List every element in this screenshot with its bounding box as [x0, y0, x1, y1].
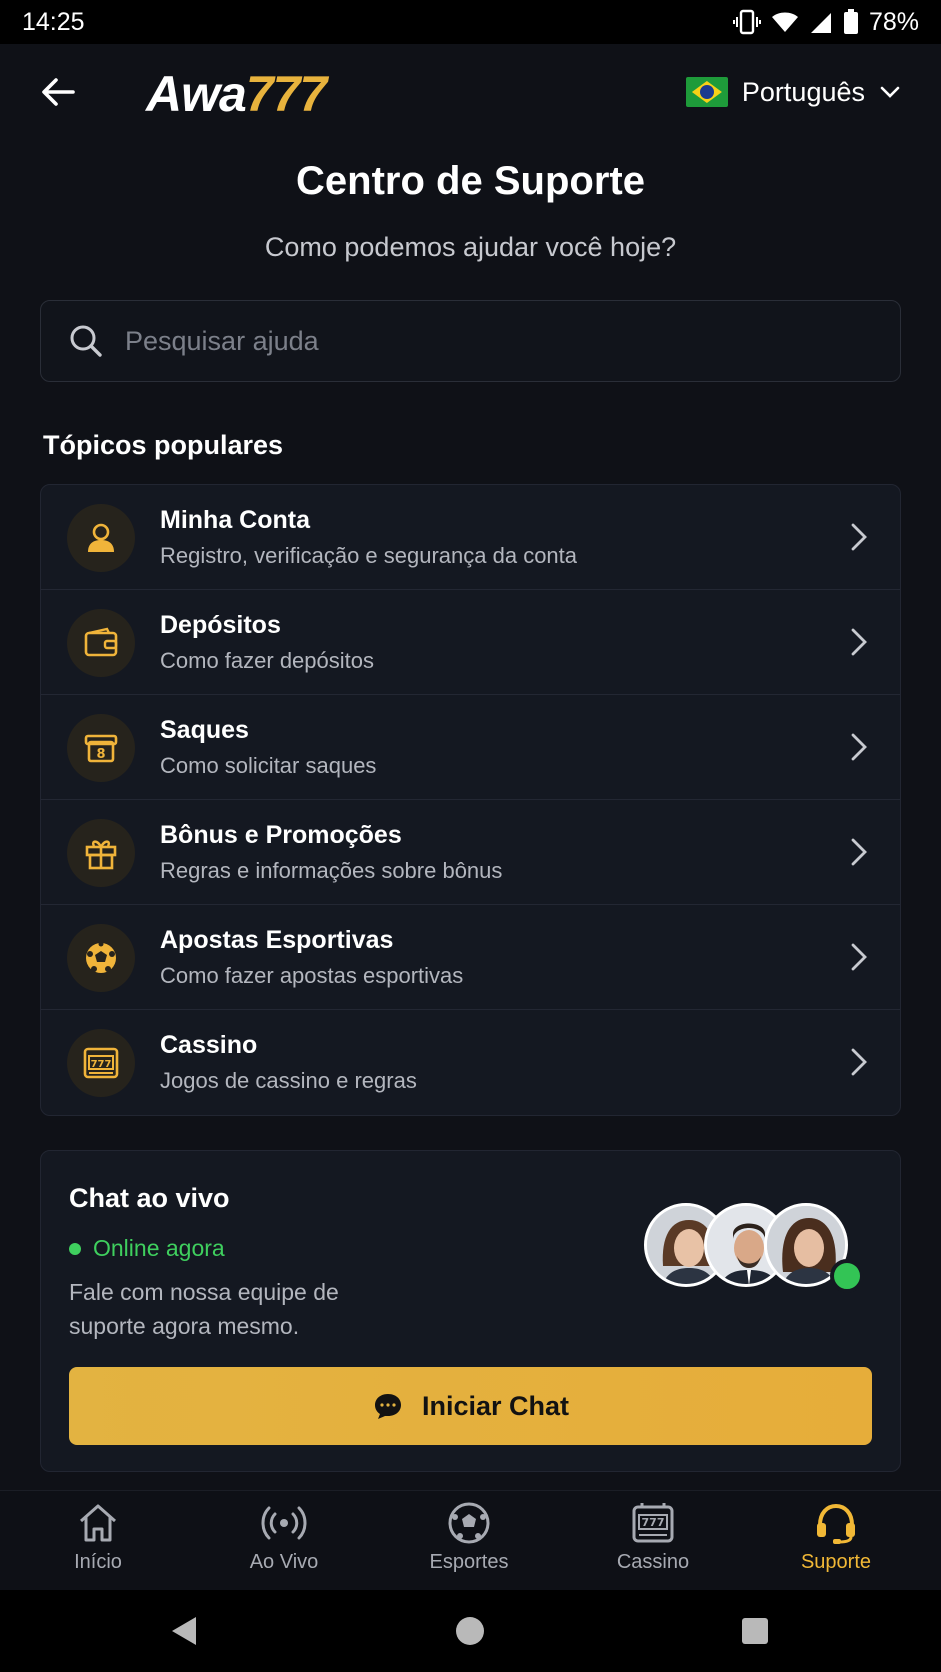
system-navigation-bar [0, 1590, 941, 1672]
topic-description: Registro, verificação e segurança da con… [160, 543, 578, 568]
topic-title: Bônus e Promoções [160, 821, 402, 849]
vibrate-icon [732, 9, 761, 35]
topic-item-cassino[interactable]: 777 Cassino Jogos de cassino e regras [41, 1010, 900, 1115]
agent-online-indicator [830, 1259, 864, 1293]
language-selector[interactable]: Português [685, 74, 901, 110]
topic-title: Cassino [160, 1031, 258, 1059]
topic-item-bonus[interactable]: Bônus e Promoções Regras e informações s… [41, 800, 900, 905]
slot-machine-icon: 777 [632, 1503, 674, 1543]
nav-back-icon[interactable] [170, 1615, 198, 1647]
wifi-icon [771, 10, 799, 34]
user-icon [67, 504, 135, 572]
wallet-icon [67, 609, 135, 677]
battery-percent: 78% [868, 7, 919, 36]
arrow-left-icon [42, 78, 75, 106]
topic-item-minha-conta[interactable]: Minha Conta Registro, verificação e segu… [41, 485, 900, 590]
start-chat-button[interactable]: Iniciar Chat [69, 1367, 872, 1445]
home-icon [80, 1504, 116, 1542]
search-input[interactable] [125, 325, 825, 357]
bottom-tab-bar: Início Ao Vivo Esportes 777 Cassino Supo… [0, 1490, 941, 1590]
tab-label: Início [74, 1551, 122, 1573]
tab-esportes[interactable]: Esportes [389, 1491, 549, 1591]
chevron-down-icon [880, 86, 900, 98]
status-icons: 78% [732, 7, 919, 37]
topic-item-apostas-esportivas[interactable]: Apostas Esportivas Como fazer apostas es… [41, 905, 900, 1010]
page-subtitle: Como podemos ajudar você hoje? [264, 232, 677, 262]
topic-description: Como solicitar saques [160, 753, 377, 778]
tab-label: Ao Vivo [249, 1551, 319, 1573]
topics-list: Minha Conta Registro, verificação e segu… [40, 484, 901, 1116]
live-chat-description: Fale com nossa equipe de suporte agora m… [69, 1279, 339, 1339]
brazil-flag-icon [685, 77, 728, 107]
page-title: Centro de Suporte [296, 159, 645, 203]
tab-ao-vivo[interactable]: Ao Vivo [204, 1491, 364, 1591]
tab-label: Cassino [616, 1551, 690, 1573]
topic-description: Regras e informações sobre bônus [160, 858, 503, 883]
svg-text:777: 777 [642, 1516, 665, 1529]
popular-topics-heading: Tópicos populares [43, 430, 284, 460]
chevron-right-icon [851, 628, 867, 656]
svg-text:8: 8 [96, 747, 105, 762]
language-label: Português [741, 76, 865, 107]
brand-logo[interactable]: Awa777 [146, 66, 327, 122]
topic-title: Depósitos [160, 611, 281, 639]
headset-icon [817, 1503, 855, 1544]
online-status: Online agora [69, 1235, 225, 1262]
search-box[interactable] [40, 300, 901, 382]
nav-home-icon[interactable] [456, 1617, 484, 1645]
cash-icon: 8 [67, 714, 135, 782]
gift-icon [67, 819, 135, 887]
back-button[interactable] [36, 70, 80, 114]
header: Awa777 Português [0, 44, 941, 152]
start-chat-label: Iniciar Chat [421, 1390, 570, 1421]
agent-avatars [644, 1203, 864, 1293]
chevron-right-icon [851, 1048, 867, 1076]
live-broadcast-icon [261, 1506, 307, 1540]
tab-cassino[interactable]: 777 Cassino [573, 1491, 733, 1591]
svg-text:777: 777 [91, 1059, 112, 1070]
chat-bubble-icon [374, 1394, 401, 1419]
battery-icon [843, 9, 859, 35]
search-icon [70, 325, 102, 357]
online-dot-icon [69, 1242, 81, 1255]
slot-machine-icon: 777 [67, 1029, 135, 1097]
topic-description: Como fazer depósitos [160, 648, 374, 673]
cellular-signal-icon [809, 10, 833, 34]
topic-title: Saques [160, 716, 249, 744]
topic-description: Jogos de cassino e regras [160, 1068, 417, 1093]
chevron-right-icon [851, 943, 867, 971]
app-screen: Awa777 Português Centro de Suporte Como … [0, 44, 941, 1590]
chevron-right-icon [851, 733, 867, 761]
topic-item-saques[interactable]: 8 Saques Como solicitar saques [41, 695, 900, 800]
chevron-right-icon [851, 838, 867, 866]
live-chat-card: Chat ao vivo Online agora Fale com nossa… [40, 1150, 901, 1472]
tab-suporte[interactable]: Suporte [756, 1491, 916, 1591]
nav-recents-icon[interactable] [742, 1618, 768, 1644]
tab-label: Suporte [800, 1551, 872, 1573]
tab-inicio[interactable]: Início [18, 1491, 178, 1591]
chevron-right-icon [851, 523, 867, 551]
soccer-ball-icon [67, 924, 135, 992]
soccer-ball-icon [448, 1502, 490, 1544]
live-chat-title: Chat ao vivo [69, 1183, 230, 1213]
status-bar: 14:25 78% [0, 0, 941, 44]
status-time: 14:25 [22, 7, 85, 36]
online-status-label: Online agora [93, 1235, 225, 1261]
tab-label: Esportes [429, 1551, 509, 1573]
topic-description: Como fazer apostas esportivas [160, 963, 464, 988]
topic-title: Minha Conta [160, 506, 310, 534]
topic-title: Apostas Esportivas [160, 926, 394, 954]
topic-item-depositos[interactable]: Depósitos Como fazer depósitos [41, 590, 900, 695]
